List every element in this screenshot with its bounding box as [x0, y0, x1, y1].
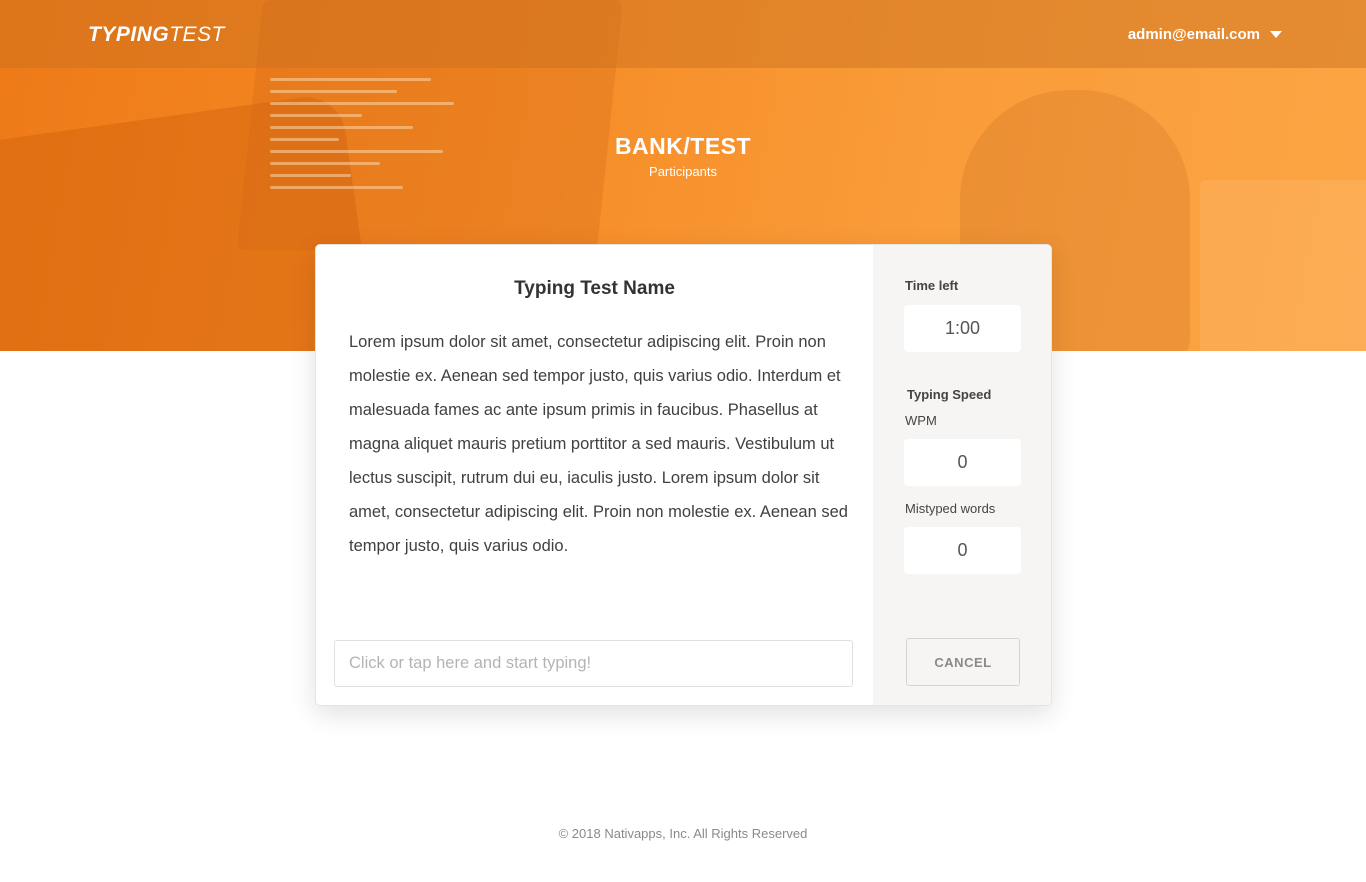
typing-input[interactable]	[334, 640, 853, 687]
test-name-heading: Typing Test Name	[514, 278, 675, 299]
test-passage-text: Lorem ipsum dolor sit amet, consectetur …	[349, 333, 848, 555]
time-left-label: Time left	[905, 278, 959, 293]
mistyped-words-value: 0	[904, 527, 1021, 574]
cancel-button[interactable]: CANCEL	[906, 638, 1020, 686]
typing-speed-label: Typing Speed	[907, 387, 992, 402]
stats-panel: Time left 1:00 Typing Speed WPM 0 Mistyp…	[873, 245, 1051, 705]
logo-bold-text: TYPING	[88, 23, 170, 46]
footer-copyright: © 2018 Nativapps, Inc. All Rights Reserv…	[558, 826, 808, 841]
user-menu[interactable]: admin@email.com	[1128, 24, 1282, 44]
caret-down-icon	[1270, 30, 1282, 38]
logo-light-text: TEST	[169, 23, 225, 46]
page-subtitle: Participants	[649, 164, 717, 179]
wpm-value: 0	[904, 439, 1021, 486]
wpm-label: WPM	[905, 413, 937, 428]
app-logo[interactable]: TYPINGTEST	[88, 22, 225, 48]
typing-test-card: Typing Test Name Lorem ipsum dolor sit a…	[315, 244, 1052, 706]
user-email: admin@email.com	[1127, 25, 1260, 43]
page-title: BANK/TEST	[614, 133, 752, 159]
hero-background-shape	[1200, 180, 1366, 351]
top-navigation-bar: TYPINGTEST admin@email.com	[0, 0, 1366, 68]
time-left-value: 1:00	[904, 305, 1021, 352]
mistyped-words-label: Mistyped words	[905, 501, 996, 516]
